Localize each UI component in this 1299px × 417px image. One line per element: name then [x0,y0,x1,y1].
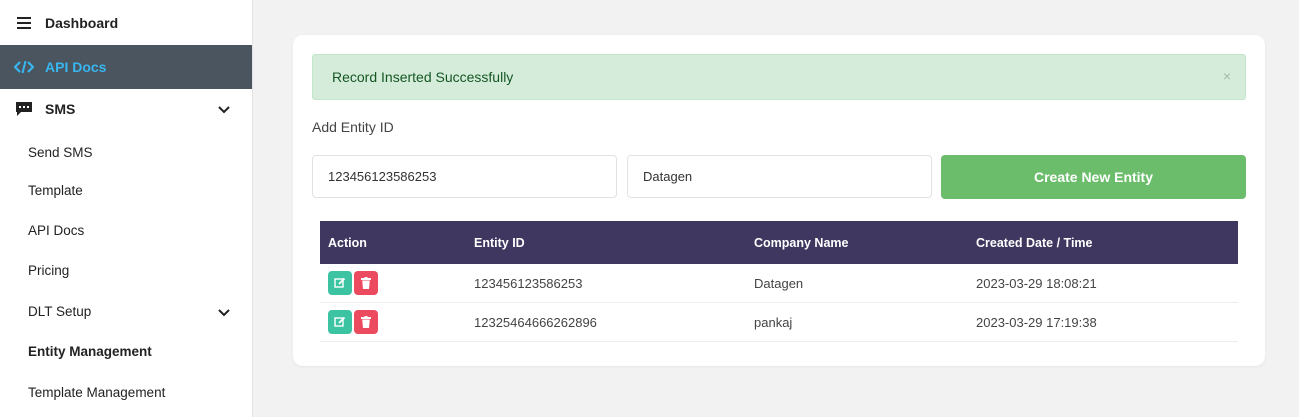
sidebar-item-label: Template Management [28,384,166,400]
edit-icon [334,316,346,327]
edit-icon [334,277,346,288]
edit-button[interactable] [328,271,352,295]
column-header-entity-id[interactable]: Entity ID [474,236,754,250]
close-icon[interactable]: × [1223,68,1231,84]
sidebar-item-label: SMS [45,101,76,117]
sidebar-item-label: API Docs [45,59,107,75]
edit-button[interactable] [328,310,352,334]
row-actions [320,271,474,295]
chat-icon [13,101,35,117]
trash-icon [361,316,371,328]
sidebar-item-label: Entity Management [28,343,152,359]
sidebar-item-label: DLT Setup [28,303,92,319]
company-name-input[interactable] [627,155,932,198]
trash-icon [361,277,371,289]
entity-id-input[interactable] [312,155,617,198]
table-row: 12325464666262896 pankaj 2023-03-29 17:1… [320,303,1238,342]
code-icon [13,60,35,74]
sidebar-item-api-docs-sub[interactable]: API Docs [0,210,252,250]
cell-company: Datagen [754,275,804,291]
hamburger-icon [13,16,35,29]
entity-card: Record Inserted Successfully × Add Entit… [293,35,1265,366]
cell-created: 2023-03-29 18:08:21 [976,275,1097,291]
create-entity-button[interactable]: Create New Entity [941,155,1246,199]
delete-button[interactable] [354,310,378,334]
column-header-action[interactable]: Action [320,236,474,250]
column-header-company[interactable]: Company Name [754,236,976,250]
section-title: Add Entity ID [312,119,394,135]
success-alert: Record Inserted Successfully × [312,54,1246,100]
sidebar-item-sms[interactable]: SMS [0,89,252,129]
sidebar: Dashboard API Docs SMS Send SMS Template… [0,0,253,417]
sidebar-item-label: Template [28,182,83,198]
sidebar-item-label: Send SMS [28,144,93,160]
table-row: 123456123586253 Datagen 2023-03-29 18:08… [320,264,1238,303]
sidebar-item-entity-management[interactable]: Entity Management [0,331,252,371]
sidebar-item-template-management[interactable]: Template Management [0,372,252,412]
alert-message: Record Inserted Successfully [332,69,514,85]
sidebar-item-label: Pricing [28,262,70,278]
sidebar-item-dashboard[interactable]: Dashboard [0,0,252,45]
sidebar-item-label: API Docs [28,222,85,238]
row-actions [320,310,474,334]
sidebar-item-api-docs[interactable]: API Docs [0,45,252,89]
chevron-down-icon[interactable] [216,305,232,321]
cell-company: pankaj [754,314,793,330]
column-header-created[interactable]: Created Date / Time [976,236,1238,250]
chevron-down-icon[interactable] [216,102,232,118]
entity-table: Action Entity ID Company Name Created Da… [320,221,1238,342]
cell-entity-id: 123456123586253 [474,275,583,291]
delete-button[interactable] [354,271,378,295]
sidebar-item-send-sms[interactable]: Send SMS [0,132,252,172]
sidebar-item-pricing[interactable]: Pricing [0,250,252,290]
cell-created: 2023-03-29 17:19:38 [976,314,1097,330]
sidebar-item-dlt-setup[interactable]: DLT Setup [0,291,252,331]
sidebar-item-template[interactable]: Template [0,170,252,210]
table-header: Action Entity ID Company Name Created Da… [320,221,1238,264]
sidebar-item-label: Dashboard [45,14,119,31]
cell-entity-id: 12325464666262896 [474,314,597,330]
